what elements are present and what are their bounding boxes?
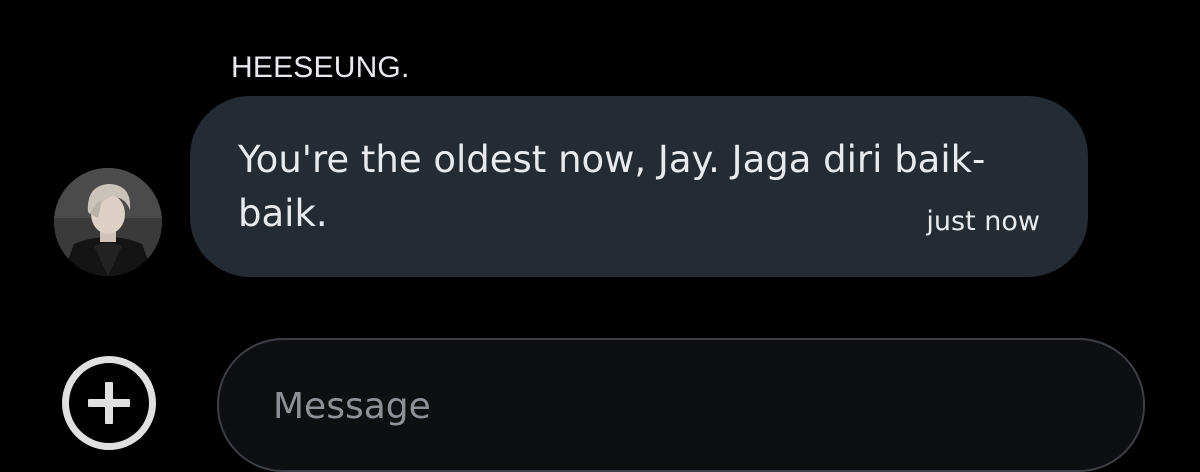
message-composer <box>217 338 1145 472</box>
avatar-image <box>54 168 162 276</box>
message-input[interactable] <box>273 378 1093 434</box>
message-bubble[interactable]: You're the oldest now, Jay. Jaga diri ba… <box>190 96 1088 277</box>
message-text: You're the oldest now, Jay. Jaga diri ba… <box>238 138 986 235</box>
add-attachment-button[interactable] <box>62 356 156 450</box>
plus-circle-icon <box>88 382 130 424</box>
avatar[interactable] <box>54 168 162 276</box>
sender-name: HEESEUNG. <box>231 51 410 84</box>
message-timestamp: just now <box>926 206 1040 237</box>
